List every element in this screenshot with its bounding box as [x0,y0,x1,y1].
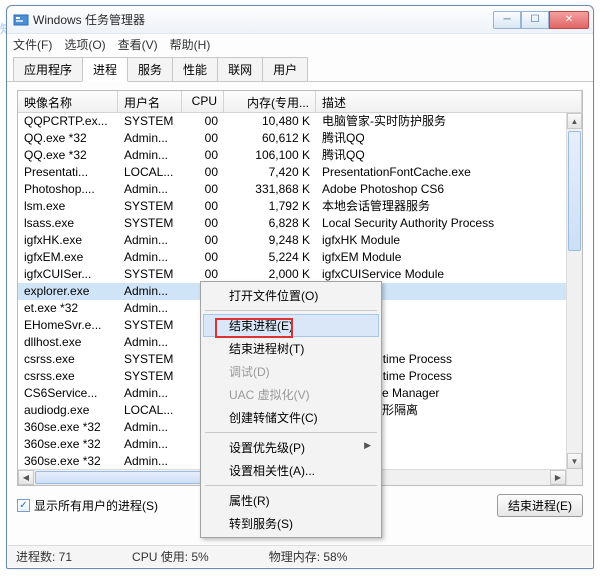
ctx-debug: 调试(D) [203,360,379,383]
ctx-end-process[interactable]: 结束进程(E) [203,314,379,337]
table-row[interactable]: igfxEM.exeAdmin...005,224 KigfxEM Module [18,249,582,266]
col-image-name[interactable]: 映像名称 [18,91,118,112]
table-row[interactable]: igfxHK.exeAdmin...009,248 KigfxHK Module [18,232,582,249]
tab-processes[interactable]: 进程 [82,57,128,82]
tab-bar: 应用程序 进程 服务 性能 联网 用户 [7,58,593,82]
show-all-users-checkbox[interactable] [17,499,30,512]
window-title: Windows 任务管理器 [33,11,493,28]
show-all-users-label[interactable]: 显示所有用户的进程(S) [34,497,158,514]
end-process-button[interactable]: 结束进程(E) [497,494,583,517]
titlebar[interactable]: Windows 任务管理器 ─ ☐ ✕ [7,6,593,34]
status-memory-usage: 物理内存: 58% [269,548,348,565]
ctx-properties[interactable]: 属性(R) [203,489,379,512]
col-memory[interactable]: 内存(专用... [224,91,316,112]
menu-options[interactable]: 选项(O) [64,36,105,53]
table-row[interactable]: Presentati...LOCAL...007,420 KPresentati… [18,164,582,181]
scroll-left-arrow[interactable]: ◀ [18,470,34,485]
table-row[interactable]: lsm.exeSYSTEM001,792 K本地会话管理器服务 [18,198,582,215]
menu-help[interactable]: 帮助(H) [170,36,211,53]
table-row[interactable]: QQPCRTP.ex...SYSTEM0010,480 K电脑管家-实时防护服务 [18,113,582,130]
col-user[interactable]: 用户名 [118,91,182,112]
ctx-end-process-tree[interactable]: 结束进程树(T) [203,337,379,360]
menu-bar: 文件(F) 选项(O) 查看(V) 帮助(H) [7,34,593,54]
context-menu: 打开文件位置(O) 结束进程(E) 结束进程树(T) 调试(D) UAC 虚拟化… [200,281,382,538]
tab-services[interactable]: 服务 [127,57,173,81]
table-row[interactable]: lsass.exeSYSTEM006,828 KLocal Security A… [18,215,582,232]
col-cpu[interactable]: CPU [182,91,224,112]
ctx-open-location[interactable]: 打开文件位置(O) [203,284,379,307]
maximize-button[interactable]: ☐ [521,11,549,29]
ctx-set-priority[interactable]: 设置优先级(P)▶ [203,436,379,459]
table-row[interactable]: QQ.exe *32Admin...0060,612 K腾讯QQ [18,130,582,147]
ctx-uac-virtualization: UAC 虚拟化(V) [203,383,379,406]
status-cpu-usage: CPU 使用: 5% [132,548,209,565]
scroll-thumb[interactable] [568,131,581,251]
ctx-set-affinity[interactable]: 设置相关性(A)... [203,459,379,482]
column-headers: 映像名称 用户名 CPU 内存(专用... 描述 [18,91,582,113]
minimize-button[interactable]: ─ [493,11,521,29]
chevron-right-icon: ▶ [364,440,371,451]
ctx-create-dump[interactable]: 创建转储文件(C) [203,406,379,429]
tab-users[interactable]: 用户 [262,57,308,81]
vertical-scrollbar[interactable]: ▲ ▼ [566,113,582,485]
tab-applications[interactable]: 应用程序 [13,57,83,81]
menu-file[interactable]: 文件(F) [13,36,52,53]
col-description[interactable]: 描述 [316,91,582,112]
scroll-down-arrow[interactable]: ▼ [567,453,582,469]
table-row[interactable]: QQ.exe *32Admin...00106,100 K腾讯QQ [18,147,582,164]
menu-view[interactable]: 查看(V) [118,36,158,53]
status-process-count: 进程数: 71 [16,548,72,565]
close-button[interactable]: ✕ [549,11,589,29]
scroll-right-arrow[interactable]: ▶ [550,470,566,485]
app-icon [13,12,29,28]
scroll-up-arrow[interactable]: ▲ [567,113,582,129]
status-bar: 进程数: 71 CPU 使用: 5% 物理内存: 58% [8,545,592,567]
table-row[interactable]: Photoshop....Admin...00331,868 KAdobe Ph… [18,181,582,198]
ctx-goto-services[interactable]: 转到服务(S) [203,512,379,535]
tab-performance[interactable]: 性能 [172,57,218,81]
tab-networking[interactable]: 联网 [217,57,263,81]
